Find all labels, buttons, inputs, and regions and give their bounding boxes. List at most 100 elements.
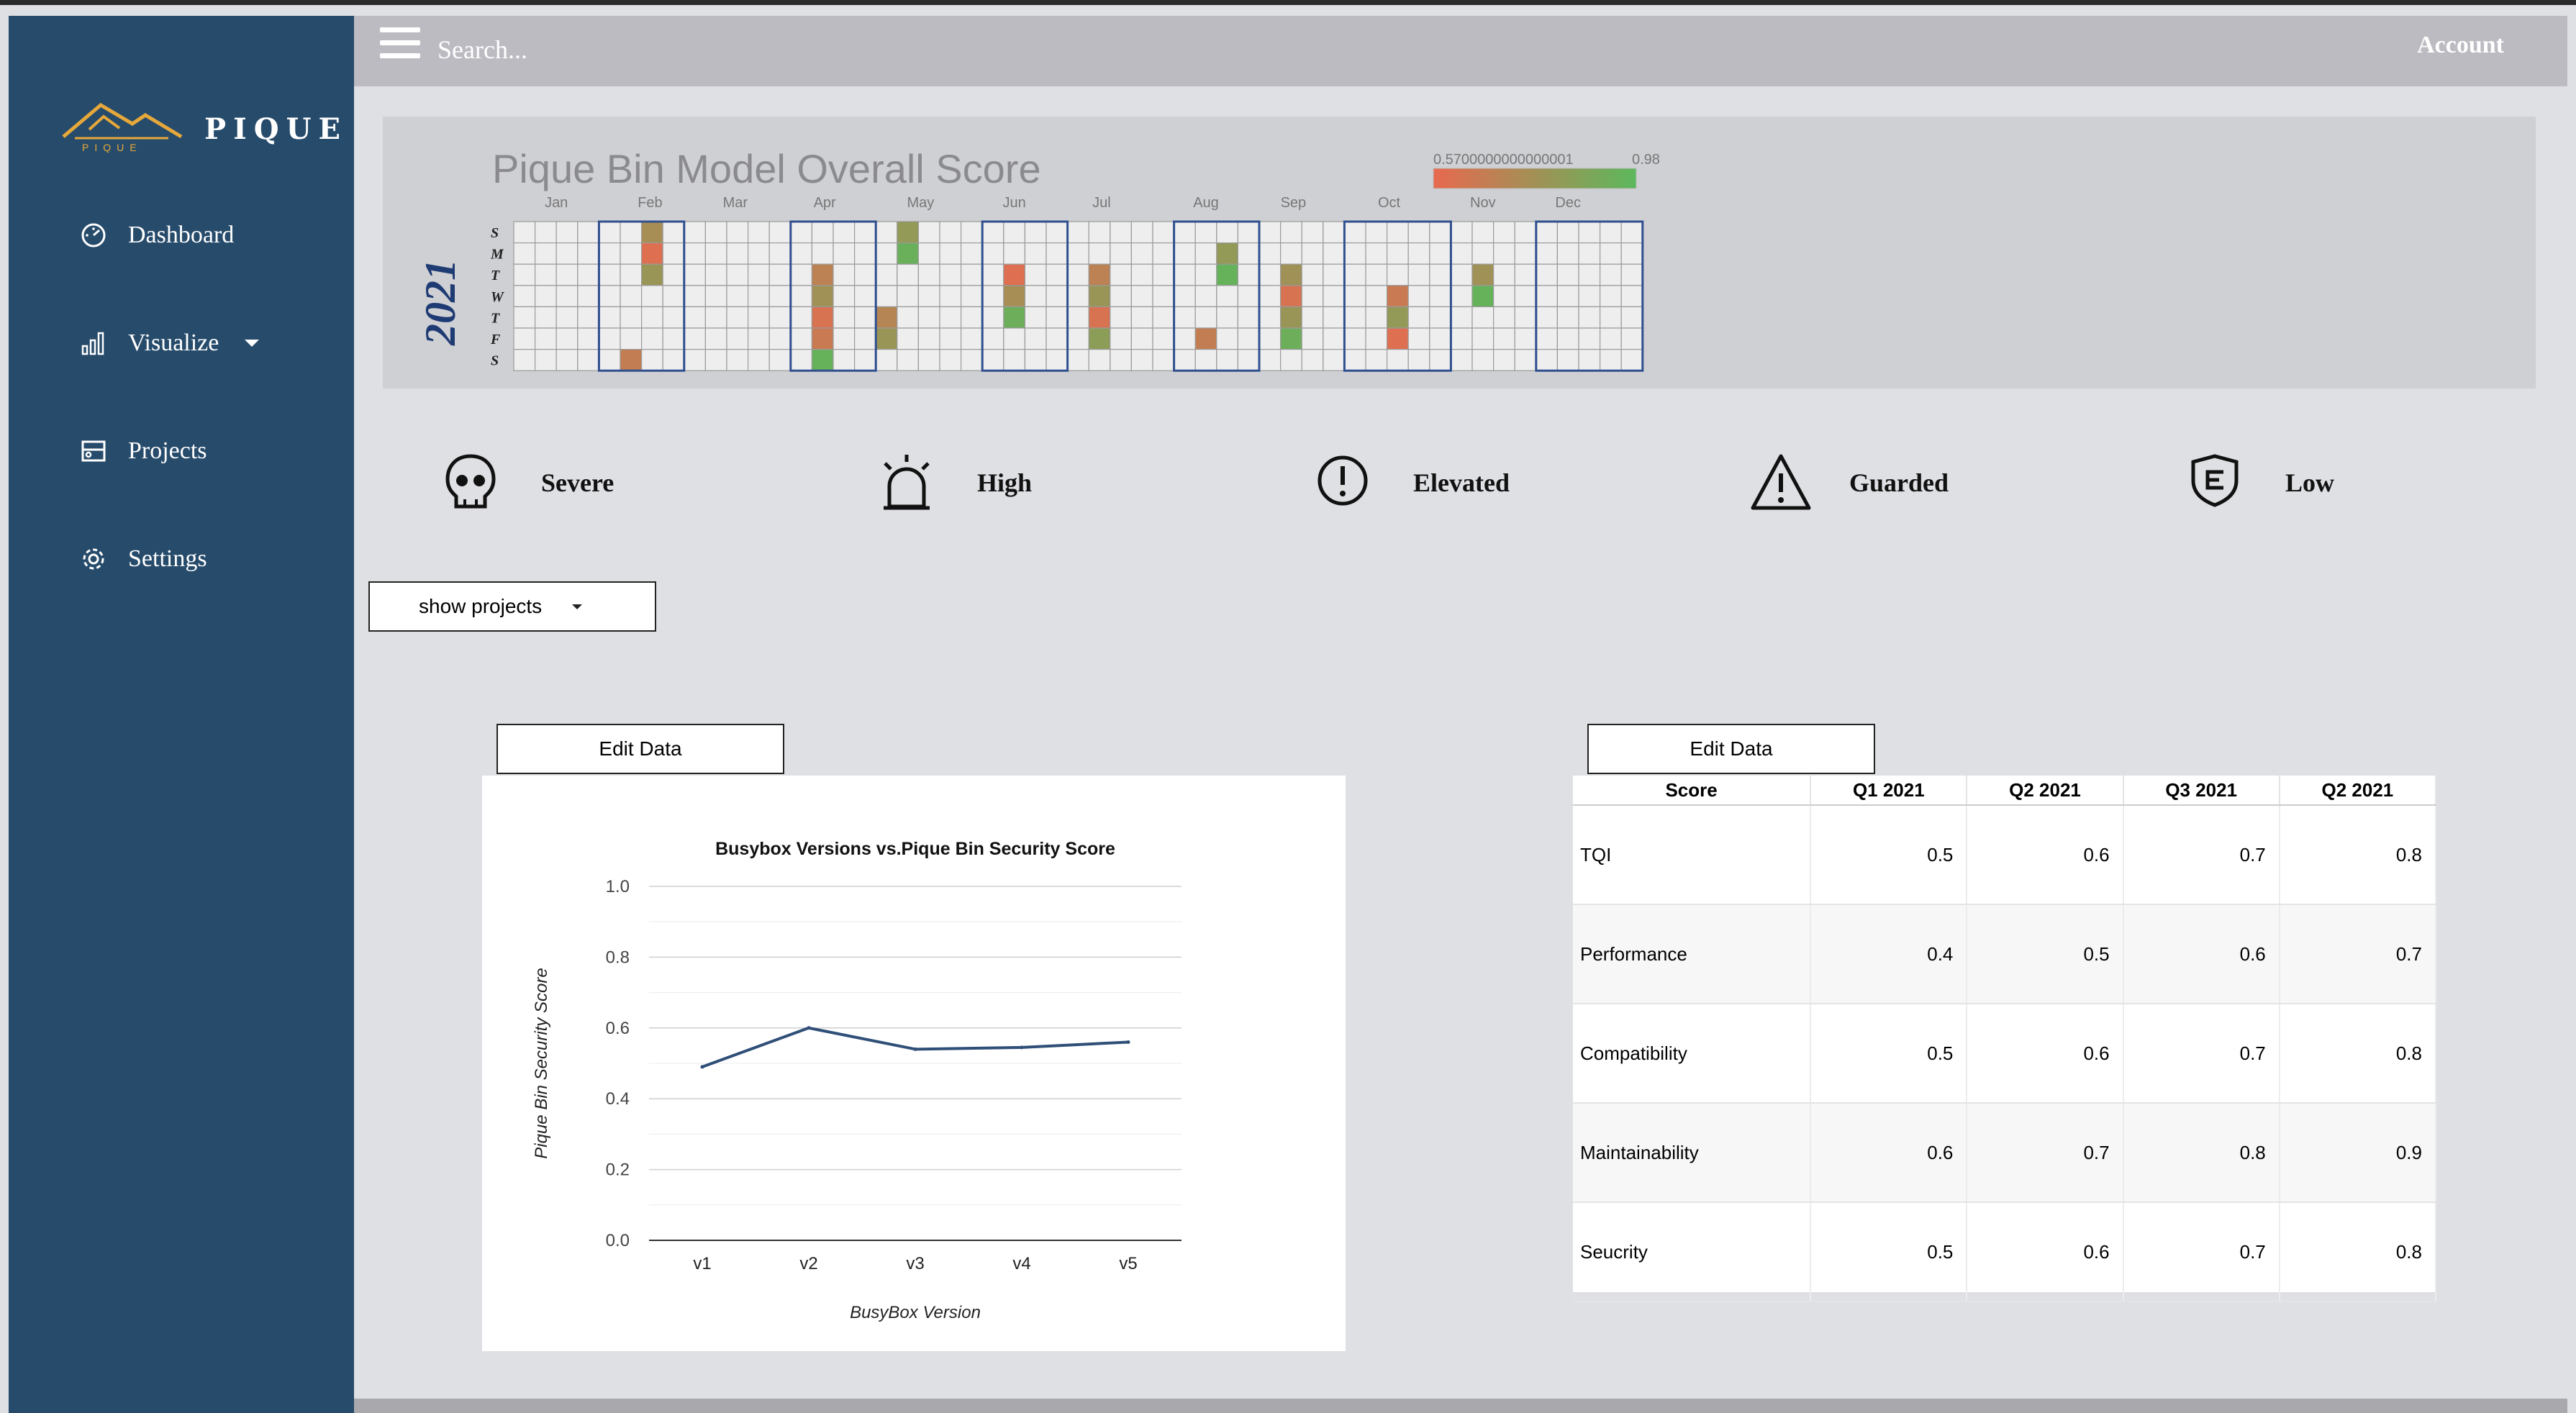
threat-card-guarded[interactable]: Guarded	[1691, 419, 2098, 553]
calendar-day-cell[interactable]	[535, 221, 557, 244]
calendar-day-cell[interactable]	[1407, 242, 1430, 265]
account-link[interactable]: Account	[2417, 32, 2504, 59]
calendar-day-cell-scored[interactable]	[811, 349, 834, 371]
calendar-day-cell[interactable]	[577, 327, 599, 350]
calendar-day-cell[interactable]	[1536, 306, 1559, 329]
calendar-day-cell[interactable]	[513, 327, 536, 350]
calendar-day-cell[interactable]	[1343, 242, 1366, 265]
calendar-day-cell[interactable]	[1003, 242, 1025, 265]
calendar-day-cell[interactable]	[981, 349, 1004, 371]
calendar-day-cell[interactable]	[1365, 327, 1388, 350]
calendar-day-cell[interactable]	[917, 263, 940, 286]
calendar-day-cell-scored[interactable]	[1386, 306, 1409, 329]
calendar-day-cell[interactable]	[960, 263, 983, 286]
calendar-day-cell[interactable]	[897, 349, 919, 371]
calendar-day-cell[interactable]	[577, 221, 599, 244]
calendar-day-cell[interactable]	[1578, 263, 1601, 286]
calendar-day-cell[interactable]	[875, 285, 898, 308]
calendar-day-cell[interactable]	[1301, 327, 1324, 350]
app-logo[interactable]: PIQUE PIQUE	[60, 79, 348, 158]
calendar-day-cell[interactable]	[1492, 221, 1515, 244]
calendar-day-cell[interactable]	[960, 349, 983, 371]
calendar-day-cell[interactable]	[748, 263, 770, 286]
calendar-day-cell[interactable]	[1407, 263, 1430, 286]
calendar-day-cell-scored[interactable]	[1279, 263, 1302, 286]
calendar-day-cell[interactable]	[1194, 306, 1217, 329]
calendar-day-cell[interactable]	[1514, 263, 1537, 286]
calendar-day-cell[interactable]	[917, 349, 940, 371]
calendar-day-cell[interactable]	[577, 263, 599, 286]
calendar-day-cell[interactable]	[641, 306, 663, 329]
calendar-day-cell[interactable]	[1407, 285, 1430, 308]
calendar-day-cell[interactable]	[1258, 306, 1282, 329]
threat-card-elevated[interactable]: Elevated	[1255, 419, 1662, 553]
calendar-day-cell[interactable]	[833, 242, 856, 265]
calendar-day-cell[interactable]	[704, 285, 727, 308]
calendar-day-cell[interactable]	[1024, 221, 1047, 244]
calendar-day-cell-scored[interactable]	[1471, 263, 1495, 286]
data-point[interactable]	[913, 1047, 917, 1051]
calendar-day-cell-scored[interactable]	[897, 221, 919, 244]
calendar-day-cell[interactable]	[833, 285, 856, 308]
calendar-day-cell[interactable]	[535, 306, 557, 329]
calendar-day-cell[interactable]	[555, 306, 579, 329]
calendar-day-cell[interactable]	[1450, 327, 1473, 350]
calendar-day-cell[interactable]	[1066, 285, 1089, 308]
calendar-day-cell[interactable]	[1620, 263, 1643, 286]
threat-card-low[interactable]: Low	[2127, 419, 2534, 553]
calendar-day-cell[interactable]	[768, 285, 792, 308]
calendar-day-cell[interactable]	[684, 221, 706, 244]
calendar-day-cell[interactable]	[917, 221, 940, 244]
calendar-day-cell[interactable]	[1343, 221, 1366, 244]
calendar-day-cell[interactable]	[598, 327, 621, 350]
calendar-day-cell[interactable]	[535, 285, 557, 308]
calendar-day-cell[interactable]	[1578, 285, 1601, 308]
calendar-day-cell[interactable]	[1046, 349, 1069, 371]
calendar-day-cell[interactable]	[684, 242, 706, 265]
calendar-day-cell[interactable]	[897, 285, 919, 308]
calendar-day-cell[interactable]	[1343, 263, 1366, 286]
calendar-day-cell[interactable]	[598, 349, 621, 371]
edit-table-data-button[interactable]: Edit Data	[1587, 724, 1875, 774]
calendar-day-cell[interactable]	[790, 242, 812, 265]
calendar-day-cell[interactable]	[555, 327, 579, 350]
calendar-day-cell[interactable]	[853, 285, 876, 308]
column-header[interactable]: Score	[1573, 776, 1812, 806]
calendar-day-cell[interactable]	[897, 263, 919, 286]
calendar-day-cell[interactable]	[1024, 306, 1047, 329]
calendar-day-cell[interactable]	[704, 263, 727, 286]
calendar-day-cell[interactable]	[641, 327, 663, 350]
calendar-day-cell[interactable]	[1514, 327, 1537, 350]
calendar-day-cell[interactable]	[1536, 263, 1559, 286]
calendar-day-cell[interactable]	[726, 242, 749, 265]
calendar-day-cell[interactable]	[1173, 349, 1196, 371]
calendar-day-cell[interactable]	[1110, 221, 1132, 244]
calendar-day-cell[interactable]	[598, 263, 621, 286]
calendar-day-cell[interactable]	[917, 242, 940, 265]
calendar-day-cell[interactable]	[1173, 306, 1196, 329]
calendar-day-cell-scored[interactable]	[811, 306, 834, 329]
calendar-day-cell[interactable]	[875, 242, 898, 265]
calendar-day-cell[interactable]	[1066, 306, 1089, 329]
calendar-day-cell[interactable]	[598, 221, 621, 244]
calendar-day-cell[interactable]	[704, 242, 727, 265]
calendar-day-cell[interactable]	[620, 306, 643, 329]
calendar-day-cell[interactable]	[1130, 349, 1153, 371]
calendar-day-cell[interactable]	[1066, 349, 1089, 371]
calendar-day-cell[interactable]	[748, 242, 770, 265]
calendar-day-cell[interactable]	[577, 306, 599, 329]
calendar-day-cell-scored[interactable]	[1003, 306, 1025, 329]
calendar-day-cell[interactable]	[1514, 242, 1537, 265]
calendar-day-cell[interactable]	[960, 221, 983, 244]
calendar-day-cell-scored[interactable]	[875, 327, 898, 350]
calendar-day-cell[interactable]	[1492, 349, 1515, 371]
calendar-day-cell[interactable]	[853, 263, 876, 286]
calendar-day-cell[interactable]	[1578, 349, 1601, 371]
calendar-day-cell[interactable]	[704, 327, 727, 350]
calendar-day-cell-scored[interactable]	[641, 263, 663, 286]
calendar-day-cell[interactable]	[1110, 263, 1132, 286]
calendar-day-cell[interactable]	[1471, 327, 1495, 350]
calendar-day-cell[interactable]	[1429, 306, 1452, 329]
calendar-day-cell[interactable]	[1578, 327, 1601, 350]
calendar-day-cell[interactable]	[704, 306, 727, 329]
